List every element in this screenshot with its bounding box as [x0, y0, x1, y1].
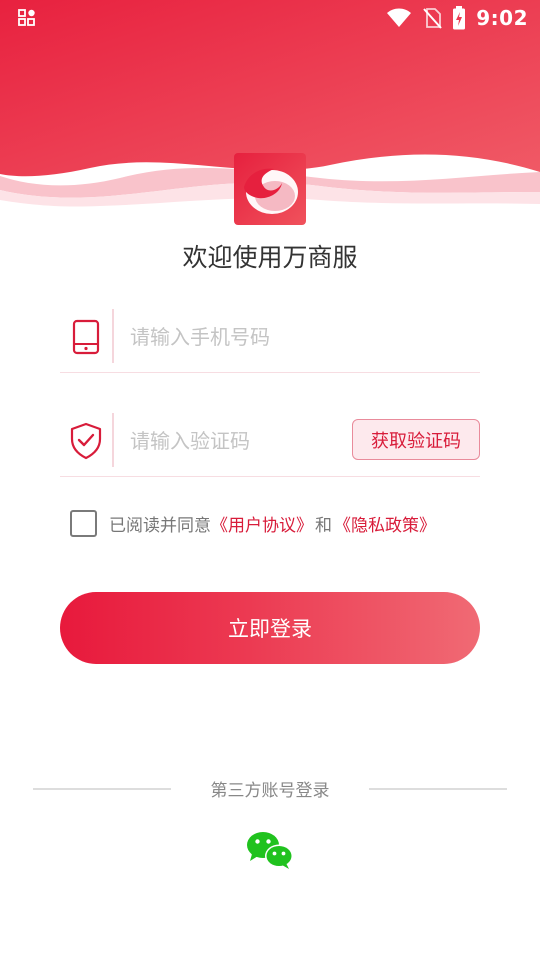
page-title: 欢迎使用万商服	[182, 243, 358, 272]
app-logo	[234, 153, 306, 225]
agreement-row: 已阅读并同意 《用户协议》 和 《隐私政策》	[70, 509, 436, 537]
wechat-icon[interactable]	[246, 830, 294, 870]
field-divider	[112, 309, 114, 363]
status-bar: 9:02	[0, 0, 540, 36]
phone-field-row	[60, 309, 480, 373]
agreement-checkbox[interactable]	[70, 509, 97, 537]
no-sim-icon	[423, 8, 442, 29]
phone-input[interactable]	[130, 317, 340, 357]
user-agreement-link[interactable]: 《用户协议》	[211, 511, 313, 536]
status-time: 9:02	[476, 6, 528, 30]
battery-charging-icon	[453, 6, 466, 30]
agreement-and: 和	[315, 515, 332, 536]
shield-check-icon	[68, 421, 104, 461]
agreement-prefix: 已阅读并同意	[109, 515, 211, 536]
wifi-icon	[387, 8, 412, 27]
third-party-section: 第三方账号登录	[0, 776, 540, 802]
divider-line	[369, 788, 507, 790]
privacy-policy-link[interactable]: 《隐私政策》	[334, 511, 436, 536]
field-divider	[112, 413, 114, 467]
app-grid-icon	[18, 9, 35, 26]
code-field-row: 获取验证码	[60, 413, 480, 477]
verification-code-input[interactable]	[130, 421, 340, 461]
get-code-button[interactable]: 获取验证码	[352, 419, 480, 460]
phone-icon	[68, 317, 104, 357]
login-button[interactable]: 立即登录	[60, 592, 480, 664]
